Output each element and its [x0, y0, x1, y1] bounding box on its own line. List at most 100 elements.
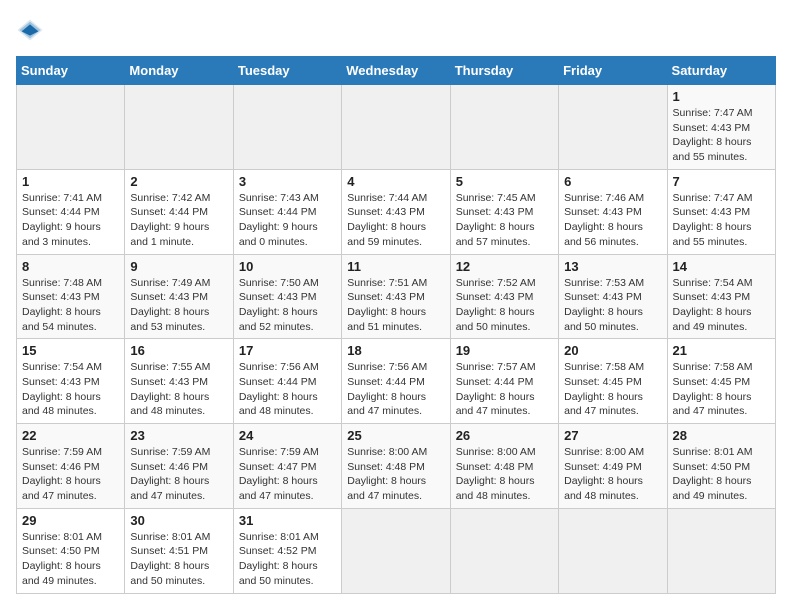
- day-info: Sunrise: 7:59 AM Sunset: 4:47 PM Dayligh…: [239, 445, 336, 504]
- calendar-cell: 30 Sunrise: 8:01 AM Sunset: 4:51 PM Dayl…: [125, 508, 233, 593]
- day-number: 19: [456, 343, 553, 358]
- calendar-cell: 21 Sunrise: 7:58 AM Sunset: 4:45 PM Dayl…: [667, 339, 775, 424]
- day-info: Sunrise: 7:47 AM Sunset: 4:43 PM Dayligh…: [673, 191, 770, 250]
- day-info: Sunrise: 7:49 AM Sunset: 4:43 PM Dayligh…: [130, 276, 227, 335]
- day-number: 31: [239, 513, 336, 528]
- calendar-cell: 8 Sunrise: 7:48 AM Sunset: 4:43 PM Dayli…: [17, 254, 125, 339]
- day-info: Sunrise: 7:44 AM Sunset: 4:43 PM Dayligh…: [347, 191, 444, 250]
- calendar-cell: 4 Sunrise: 7:44 AM Sunset: 4:43 PM Dayli…: [342, 169, 450, 254]
- day-info: Sunrise: 7:54 AM Sunset: 4:43 PM Dayligh…: [22, 360, 119, 419]
- day-number: 20: [564, 343, 661, 358]
- day-info: Sunrise: 7:51 AM Sunset: 4:43 PM Dayligh…: [347, 276, 444, 335]
- calendar-cell: 20 Sunrise: 7:58 AM Sunset: 4:45 PM Dayl…: [559, 339, 667, 424]
- day-number: 15: [22, 343, 119, 358]
- calendar-cell: 22 Sunrise: 7:59 AM Sunset: 4:46 PM Dayl…: [17, 424, 125, 509]
- page-header: [16, 16, 776, 44]
- day-number: 17: [239, 343, 336, 358]
- day-of-week-monday: Monday: [125, 57, 233, 85]
- calendar-cell: 12 Sunrise: 7:52 AM Sunset: 4:43 PM Dayl…: [450, 254, 558, 339]
- day-info: Sunrise: 7:42 AM Sunset: 4:44 PM Dayligh…: [130, 191, 227, 250]
- calendar-cell: 5 Sunrise: 7:45 AM Sunset: 4:43 PM Dayli…: [450, 169, 558, 254]
- calendar-cell: 23 Sunrise: 7:59 AM Sunset: 4:46 PM Dayl…: [125, 424, 233, 509]
- day-number: 6: [564, 174, 661, 189]
- day-info: Sunrise: 7:56 AM Sunset: 4:44 PM Dayligh…: [347, 360, 444, 419]
- day-number: 22: [22, 428, 119, 443]
- day-info: Sunrise: 7:59 AM Sunset: 4:46 PM Dayligh…: [22, 445, 119, 504]
- day-info: Sunrise: 8:01 AM Sunset: 4:50 PM Dayligh…: [673, 445, 770, 504]
- day-info: Sunrise: 7:43 AM Sunset: 4:44 PM Dayligh…: [239, 191, 336, 250]
- day-info: Sunrise: 8:00 AM Sunset: 4:49 PM Dayligh…: [564, 445, 661, 504]
- day-number: 23: [130, 428, 227, 443]
- day-info: Sunrise: 8:00 AM Sunset: 4:48 PM Dayligh…: [456, 445, 553, 504]
- day-number: 18: [347, 343, 444, 358]
- day-number: 1: [673, 89, 770, 104]
- calendar-cell: 27 Sunrise: 8:00 AM Sunset: 4:49 PM Dayl…: [559, 424, 667, 509]
- day-number: 5: [456, 174, 553, 189]
- logo-icon: [16, 16, 44, 44]
- day-number: 2: [130, 174, 227, 189]
- calendar-cell: [17, 85, 125, 170]
- calendar-cell: 18 Sunrise: 7:56 AM Sunset: 4:44 PM Dayl…: [342, 339, 450, 424]
- day-number: 10: [239, 259, 336, 274]
- day-number: 14: [673, 259, 770, 274]
- calendar-cell: [450, 508, 558, 593]
- calendar-cell: [125, 85, 233, 170]
- day-info: Sunrise: 8:00 AM Sunset: 4:48 PM Dayligh…: [347, 445, 444, 504]
- day-number: 8: [22, 259, 119, 274]
- calendar-cell: [667, 508, 775, 593]
- day-number: 30: [130, 513, 227, 528]
- calendar-cell: 7 Sunrise: 7:47 AM Sunset: 4:43 PM Dayli…: [667, 169, 775, 254]
- calendar-cell: 2 Sunrise: 7:42 AM Sunset: 4:44 PM Dayli…: [125, 169, 233, 254]
- day-info: Sunrise: 8:01 AM Sunset: 4:52 PM Dayligh…: [239, 530, 336, 589]
- day-number: 24: [239, 428, 336, 443]
- day-of-week-sunday: Sunday: [17, 57, 125, 85]
- day-number: 28: [673, 428, 770, 443]
- calendar-cell: [450, 85, 558, 170]
- calendar-cell: 1 Sunrise: 7:47 AM Sunset: 4:43 PM Dayli…: [667, 85, 775, 170]
- day-number: 27: [564, 428, 661, 443]
- day-info: Sunrise: 7:54 AM Sunset: 4:43 PM Dayligh…: [673, 276, 770, 335]
- day-of-week-friday: Friday: [559, 57, 667, 85]
- day-info: Sunrise: 7:48 AM Sunset: 4:43 PM Dayligh…: [22, 276, 119, 335]
- calendar-cell: [342, 85, 450, 170]
- day-number: 25: [347, 428, 444, 443]
- day-number: 21: [673, 343, 770, 358]
- day-number: 13: [564, 259, 661, 274]
- calendar-cell: 19 Sunrise: 7:57 AM Sunset: 4:44 PM Dayl…: [450, 339, 558, 424]
- calendar-cell: [342, 508, 450, 593]
- day-number: 12: [456, 259, 553, 274]
- calendar-cell: 26 Sunrise: 8:00 AM Sunset: 4:48 PM Dayl…: [450, 424, 558, 509]
- calendar-cell: [559, 508, 667, 593]
- calendar-cell: 24 Sunrise: 7:59 AM Sunset: 4:47 PM Dayl…: [233, 424, 341, 509]
- day-number: 11: [347, 259, 444, 274]
- calendar-cell: 28 Sunrise: 8:01 AM Sunset: 4:50 PM Dayl…: [667, 424, 775, 509]
- calendar-cell: 1 Sunrise: 7:41 AM Sunset: 4:44 PM Dayli…: [17, 169, 125, 254]
- day-of-week-saturday: Saturday: [667, 57, 775, 85]
- day-info: Sunrise: 7:47 AM Sunset: 4:43 PM Dayligh…: [673, 106, 770, 165]
- calendar-cell: 10 Sunrise: 7:50 AM Sunset: 4:43 PM Dayl…: [233, 254, 341, 339]
- day-info: Sunrise: 7:55 AM Sunset: 4:43 PM Dayligh…: [130, 360, 227, 419]
- calendar-cell: 13 Sunrise: 7:53 AM Sunset: 4:43 PM Dayl…: [559, 254, 667, 339]
- calendar-cell: 14 Sunrise: 7:54 AM Sunset: 4:43 PM Dayl…: [667, 254, 775, 339]
- calendar-cell: 3 Sunrise: 7:43 AM Sunset: 4:44 PM Dayli…: [233, 169, 341, 254]
- calendar-cell: 29 Sunrise: 8:01 AM Sunset: 4:50 PM Dayl…: [17, 508, 125, 593]
- day-info: Sunrise: 7:59 AM Sunset: 4:46 PM Dayligh…: [130, 445, 227, 504]
- calendar-table: SundayMondayTuesdayWednesdayThursdayFrid…: [16, 56, 776, 594]
- day-info: Sunrise: 7:58 AM Sunset: 4:45 PM Dayligh…: [564, 360, 661, 419]
- calendar-cell: 15 Sunrise: 7:54 AM Sunset: 4:43 PM Dayl…: [17, 339, 125, 424]
- day-info: Sunrise: 7:53 AM Sunset: 4:43 PM Dayligh…: [564, 276, 661, 335]
- day-of-week-wednesday: Wednesday: [342, 57, 450, 85]
- day-info: Sunrise: 7:46 AM Sunset: 4:43 PM Dayligh…: [564, 191, 661, 250]
- day-info: Sunrise: 7:41 AM Sunset: 4:44 PM Dayligh…: [22, 191, 119, 250]
- day-info: Sunrise: 8:01 AM Sunset: 4:50 PM Dayligh…: [22, 530, 119, 589]
- calendar-cell: [233, 85, 341, 170]
- day-number: 26: [456, 428, 553, 443]
- day-number: 9: [130, 259, 227, 274]
- day-number: 16: [130, 343, 227, 358]
- day-info: Sunrise: 8:01 AM Sunset: 4:51 PM Dayligh…: [130, 530, 227, 589]
- day-info: Sunrise: 7:57 AM Sunset: 4:44 PM Dayligh…: [456, 360, 553, 419]
- calendar-cell: 31 Sunrise: 8:01 AM Sunset: 4:52 PM Dayl…: [233, 508, 341, 593]
- day-number: 3: [239, 174, 336, 189]
- calendar-cell: 11 Sunrise: 7:51 AM Sunset: 4:43 PM Dayl…: [342, 254, 450, 339]
- day-info: Sunrise: 7:56 AM Sunset: 4:44 PM Dayligh…: [239, 360, 336, 419]
